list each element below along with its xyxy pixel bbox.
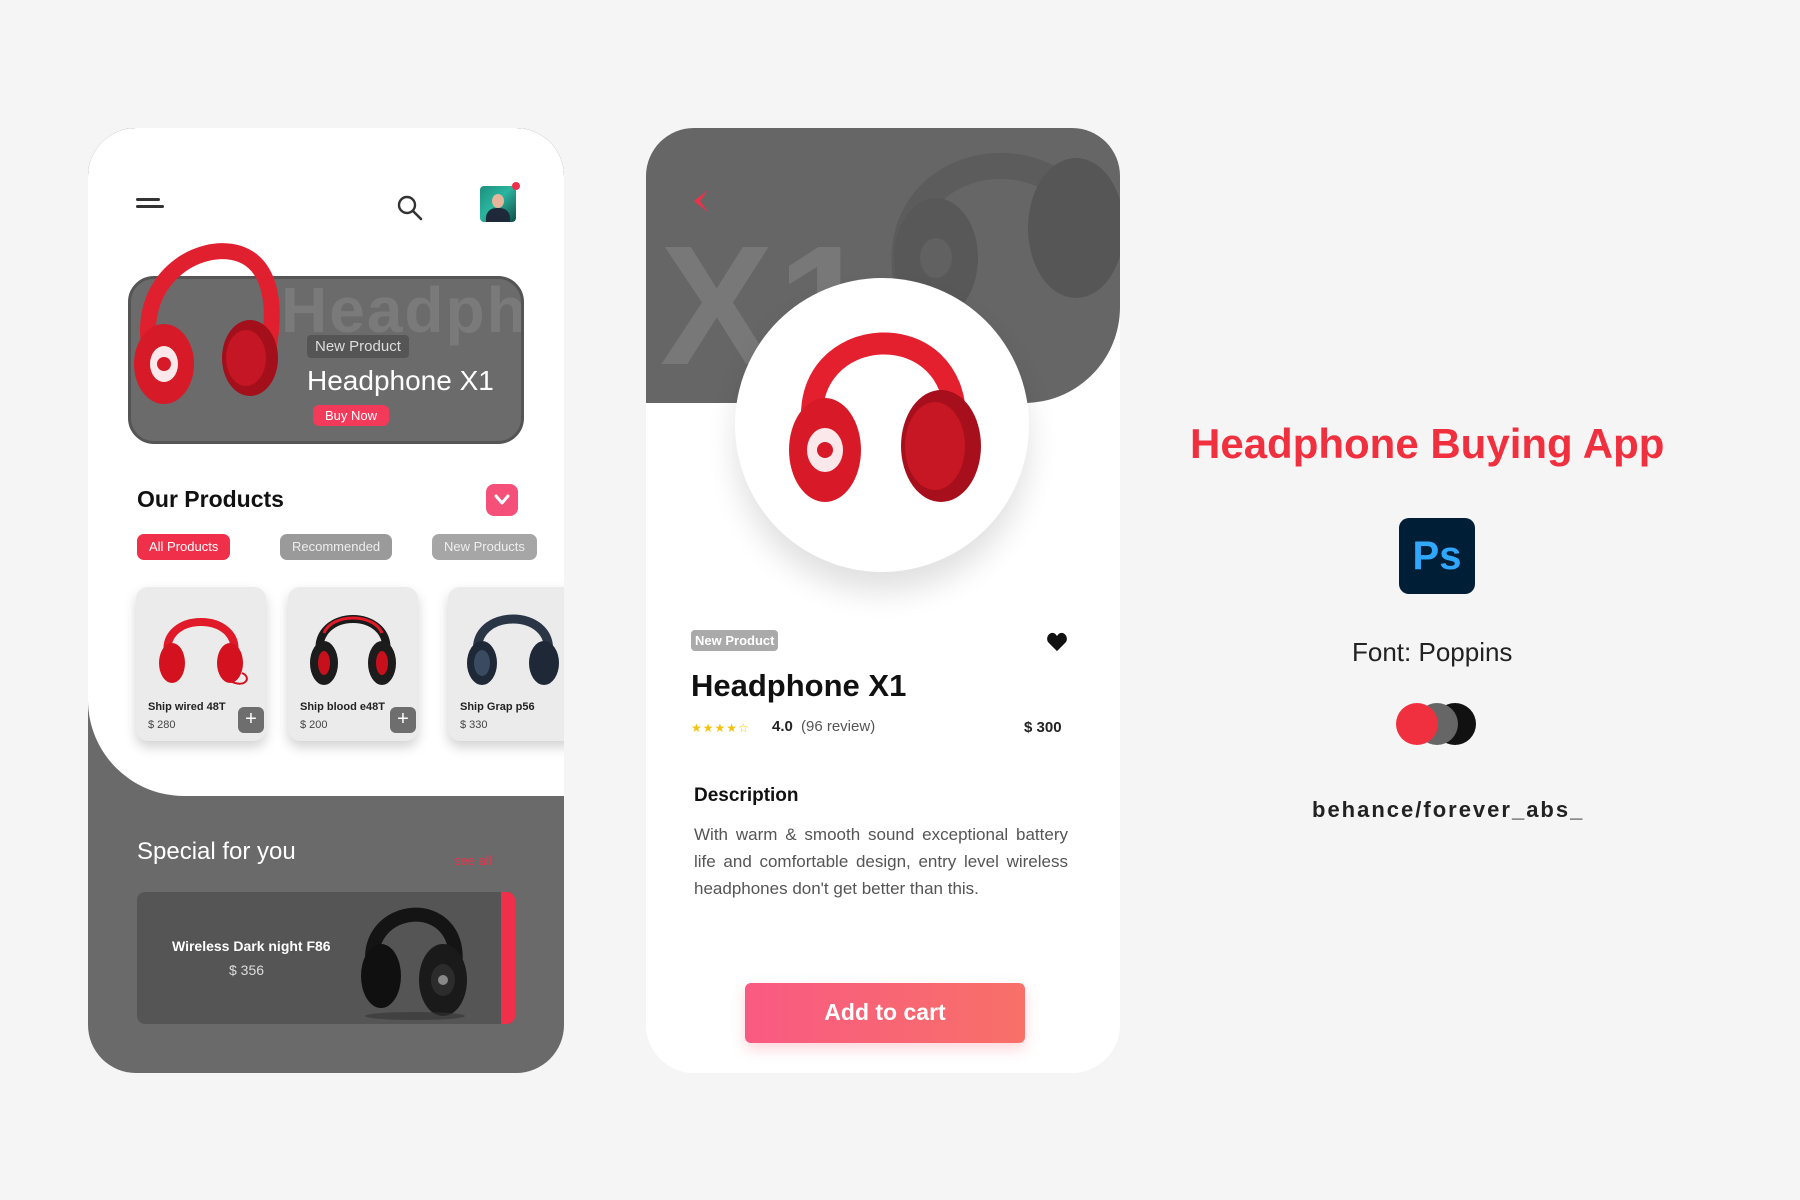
see-all-link[interactable]: see all [454, 853, 492, 868]
plus-icon[interactable]: + [390, 707, 416, 733]
product-price: $ 280 [148, 719, 176, 731]
behance-handle: behance/forever_abs_ [1312, 797, 1585, 822]
menu-icon[interactable] [136, 194, 164, 216]
review-count: (96 review) [801, 718, 876, 735]
accent-bar [501, 892, 515, 1024]
product-card[interactable]: Ship wired 48T $ 280 + [136, 587, 266, 741]
dark-headphone-image [361, 907, 467, 1020]
hero-headphone-image [134, 243, 280, 404]
user-avatar[interactable] [480, 182, 520, 222]
swatch-red [1396, 703, 1438, 745]
notification-dot [512, 182, 520, 190]
filter-recommended[interactable]: Recommended [280, 534, 393, 560]
star-rating-icon: ★★★★☆ [691, 721, 750, 735]
special-product-card[interactable]: Wireless Dark night F86 $ 356 [137, 892, 515, 1024]
chevron-down-icon[interactable] [486, 484, 518, 516]
filter-all-products[interactable]: All Products [137, 534, 231, 560]
our-products-title: Our Products [137, 486, 284, 512]
product-price: $ 200 [300, 719, 328, 731]
product-card[interactable]: Ship blood e48T $ 200 + [288, 587, 418, 741]
special-product-price: $ 356 [229, 962, 265, 978]
add-to-cart-button[interactable]: Add to cart [745, 983, 1025, 1043]
buy-now-button[interactable]: Buy Now [313, 405, 390, 426]
app-title: Headphone Buying App [1190, 420, 1665, 467]
new-product-badge: New Product [691, 630, 779, 651]
font-label: Font: Poppins [1352, 637, 1513, 667]
product-title: Headphone X1 [691, 668, 907, 703]
plus-icon[interactable]: + [238, 707, 264, 733]
color-palette [1396, 703, 1486, 747]
special-product-name: Wireless Dark night F86 [172, 938, 331, 954]
special-for-you-title: Special for you [137, 838, 296, 865]
product-card[interactable]: Ship Grap p56 $ 330 [448, 587, 564, 741]
photoshop-logo-icon: Ps [1399, 518, 1475, 594]
chevron-left-icon[interactable] [686, 186, 716, 216]
filter-new-products[interactable]: New Products [432, 534, 537, 560]
rating-value: 4.0 [772, 718, 793, 735]
red-headphone-image [789, 332, 981, 502]
hero-title: Headphone X1 [307, 365, 494, 396]
headphone-image [159, 618, 248, 685]
product-name: Ship blood e48T [300, 701, 385, 713]
product-name: Ship wired 48T [148, 701, 226, 713]
home-screen: Headph New Product Headphone X1 Buy Now … [88, 128, 564, 1073]
home-top-panel: Headph New Product Headphone X1 Buy Now … [88, 128, 564, 796]
search-icon[interactable] [396, 194, 424, 222]
description-heading: Description [694, 785, 799, 806]
product-detail-screen: X1 New Product Headphone X1 ★★★★☆ 4.0 (9… [646, 128, 1120, 1073]
product-price: $ 330 [460, 719, 488, 731]
product-image-circle [735, 278, 1029, 572]
description-text: With warm & smooth sound exceptional bat… [694, 825, 1068, 898]
product-name: Ship Grap p56 [460, 701, 535, 713]
hero-badge: New Product [307, 335, 409, 358]
product-price: $ 300 [1024, 719, 1062, 736]
heart-icon[interactable] [1046, 632, 1068, 652]
headphone-image [467, 614, 559, 685]
headphone-image [310, 615, 396, 685]
